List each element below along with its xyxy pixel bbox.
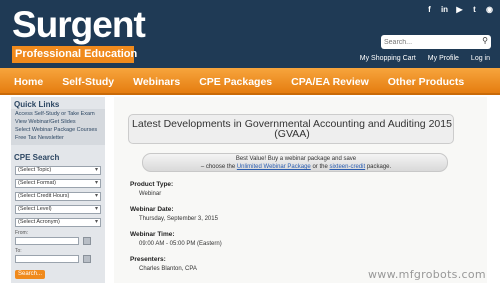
product-type-value: Webinar	[139, 191, 162, 197]
to-date-input[interactable]	[15, 255, 79, 263]
select-credit-hours[interactable]: (Select Credit Hours)	[15, 192, 101, 201]
presenters-value: Charles Blanton, CPA	[139, 266, 197, 272]
login-link[interactable]: Log in	[471, 55, 490, 62]
feed-icon[interactable]: ◉	[484, 4, 495, 15]
twitter-icon[interactable]: t	[469, 4, 480, 15]
select-acronym[interactable]: (Select Acronym)	[15, 218, 101, 227]
quick-links: Access Self-Study or Take Exam View Webi…	[11, 109, 105, 145]
cpe-search-button[interactable]: Search...	[15, 270, 45, 279]
nav-webinars[interactable]: Webinars	[133, 76, 180, 88]
account-links: My Shopping Cart My Profile Log in	[360, 55, 490, 62]
product-type-label: Product Type:	[130, 181, 174, 188]
nav-other-products[interactable]: Other Products	[388, 76, 464, 88]
select-level[interactable]: (Select Level)	[15, 205, 101, 214]
select-topic[interactable]: (Select Topic)	[15, 166, 101, 175]
promo-detail: – choose the Unlimited Webinar Package o…	[143, 164, 449, 170]
nav-self-study[interactable]: Self-Study	[62, 76, 114, 88]
quick-links-heading: Quick Links	[14, 100, 60, 109]
webinar-time-label: Webinar Time:	[130, 231, 175, 238]
brand-tagline: Professional Education	[12, 46, 137, 63]
promo-text: – choose the	[200, 164, 236, 170]
nav-cpe-packages[interactable]: CPE Packages	[199, 76, 272, 88]
quick-link-access-self-study[interactable]: Access Self-Study or Take Exam	[15, 111, 95, 117]
social-links: f in ▶ t ◉	[420, 4, 495, 15]
webinar-date-label: Webinar Date:	[130, 206, 174, 213]
course-title-box: Latest Developments in Governmental Acco…	[128, 114, 454, 144]
shopping-cart-link[interactable]: My Shopping Cart	[360, 55, 416, 62]
quick-link-webinar-package[interactable]: Select Webinar Package Courses	[15, 127, 97, 133]
watermark: www.mfgrobots.com	[368, 268, 486, 281]
calendar-icon[interactable]	[83, 255, 91, 263]
search-box: ⚲	[381, 35, 491, 49]
my-profile-link[interactable]: My Profile	[428, 55, 459, 62]
calendar-icon[interactable]	[83, 237, 91, 245]
site-header: Surgent Professional Education f in ▶ t …	[0, 0, 500, 68]
select-format[interactable]: (Select Format)	[15, 179, 101, 188]
main-nav: Home Self-Study Webinars CPE Packages CP…	[0, 68, 500, 95]
from-label: From:	[15, 230, 29, 236]
main-content: Latest Developments in Governmental Acco…	[114, 97, 487, 283]
webinar-date-value: Thursday, September 3, 2015	[139, 216, 218, 222]
nav-cpa-ea-review[interactable]: CPA/EA Review	[291, 76, 369, 88]
to-label: To:	[15, 248, 22, 254]
presenters-label: Presenters:	[130, 256, 166, 263]
from-date-input[interactable]	[15, 237, 79, 245]
promo-banner: Best Value! Buy a webinar package and sa…	[142, 153, 448, 172]
nav-home[interactable]: Home	[14, 76, 43, 88]
youtube-icon[interactable]: ▶	[454, 4, 465, 15]
sidebar: Quick Links Access Self-Study or Take Ex…	[11, 97, 105, 283]
search-input[interactable]	[384, 36, 474, 48]
sixteen-credit-link[interactable]: sixteen-credit	[329, 164, 365, 170]
quick-link-view-webinar[interactable]: View Webinar/Get Slides	[15, 119, 76, 125]
cpe-search-heading: CPE Search	[14, 153, 60, 162]
unlimited-webinar-package-link[interactable]: Unlimited Webinar Package	[237, 164, 311, 170]
search-icon[interactable]: ⚲	[482, 36, 488, 45]
promo-text: package.	[366, 164, 392, 170]
quick-link-tax-newsletter[interactable]: Free Tax Newsletter	[15, 135, 64, 141]
webinar-time-value: 09:00 AM - 05:00 PM (Eastern)	[139, 241, 222, 247]
brand-logo[interactable]: Surgent	[12, 6, 146, 44]
facebook-icon[interactable]: f	[424, 4, 435, 15]
promo-text: or the	[312, 164, 328, 170]
course-title: Latest Developments in Governmental Acco…	[132, 118, 452, 140]
promo-headline: Best Value! Buy a webinar package and sa…	[235, 156, 357, 162]
linkedin-icon[interactable]: in	[439, 4, 450, 15]
